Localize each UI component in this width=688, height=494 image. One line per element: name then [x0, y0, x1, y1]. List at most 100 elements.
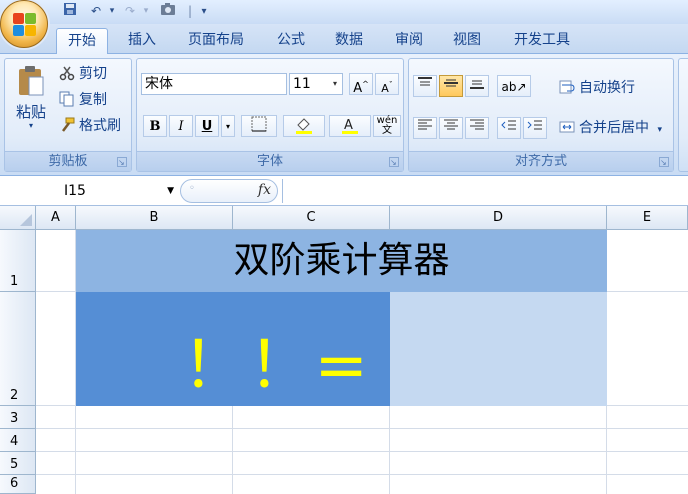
font-size-value: 11	[293, 76, 311, 92]
copy-button[interactable]: 复制	[59, 89, 107, 111]
select-all-icon	[20, 214, 32, 226]
font-size-combo[interactable]: 11 ▾	[289, 73, 343, 95]
name-box[interactable]: I15 ▼	[4, 180, 176, 202]
formula-cell-b2-c2[interactable]: ！！=	[76, 292, 390, 406]
column-header-e[interactable]: E	[607, 206, 688, 230]
align-top-button[interactable]	[413, 75, 437, 97]
alignment-dialog-launcher-icon[interactable]: ↘	[659, 157, 669, 167]
formula-input[interactable]	[282, 179, 688, 203]
row-number: 2	[10, 388, 19, 403]
column-header-c[interactable]: C	[233, 206, 390, 230]
merge-center-dropdown-icon[interactable]: ▾	[657, 125, 662, 135]
font-color-button[interactable]: A	[329, 115, 371, 137]
align-middle-icon	[444, 79, 458, 87]
phonetic-guide-button[interactable]: wén 文	[373, 115, 401, 137]
office-button[interactable]	[0, 0, 48, 48]
column-header-b[interactable]: B	[76, 206, 233, 230]
cut-button[interactable]: 剪切	[59, 63, 107, 85]
tab-review[interactable]: 审阅	[386, 28, 432, 54]
name-box-value: I15	[64, 183, 86, 199]
fill-color-button[interactable]	[283, 115, 325, 137]
formula-bar-grip-icon[interactable]: ◦	[189, 183, 195, 194]
format-painter-label: 格式刷	[79, 118, 121, 134]
bold-button[interactable]: B	[143, 115, 167, 137]
clipboard-group-label: 剪贴板	[5, 151, 131, 171]
align-center-icon	[444, 119, 458, 130]
scissors-icon	[59, 65, 75, 81]
tab-data[interactable]: 数据	[326, 28, 372, 54]
increase-indent-icon	[527, 120, 542, 130]
grow-font-icon: A^	[353, 80, 369, 97]
office-logo-icon	[13, 13, 37, 37]
wrap-text-button[interactable]: 自动换行	[559, 77, 635, 99]
align-right-icon	[470, 119, 484, 130]
fill-color-icon	[296, 118, 312, 134]
row-header-4[interactable]: 4	[0, 429, 36, 452]
title-bar: ↶ ▾ ↷ ▾ | ▾	[0, 0, 688, 24]
number-group-partial	[678, 58, 688, 172]
increase-indent-button[interactable]	[523, 117, 547, 139]
shrink-font-button[interactable]: Aˇ	[375, 73, 399, 95]
copy-icon	[59, 91, 75, 107]
font-size-dropdown-icon[interactable]: ▾	[328, 74, 342, 94]
tab-developer[interactable]: 开发工具	[504, 28, 580, 54]
result-cell-d2[interactable]	[390, 292, 607, 406]
align-middle-button[interactable]	[439, 75, 463, 97]
insert-function-icon[interactable]: fx	[258, 182, 271, 198]
borders-button[interactable]	[241, 115, 277, 137]
tab-formulas[interactable]: 公式	[268, 28, 314, 54]
merge-center-label: 合并后居中	[579, 120, 649, 136]
camera-icon[interactable]	[158, 2, 178, 21]
column-header-a[interactable]: A	[36, 206, 76, 230]
save-icon[interactable]	[60, 2, 80, 21]
orientation-button[interactable]: ab↗	[497, 75, 531, 97]
shrink-font-icon: Aˇ	[381, 80, 393, 95]
formula-controls: ◦ fx	[180, 179, 278, 203]
double-factorial-label: ！！=	[182, 329, 370, 403]
redo-dropdown-icon[interactable]: ▾	[136, 2, 156, 21]
row-header-5[interactable]: 5	[0, 452, 36, 475]
title-cell-b1-d1[interactable]: 双阶乘计算器	[76, 230, 607, 292]
column-header-d[interactable]: D	[390, 206, 607, 230]
font-dialog-launcher-icon[interactable]: ↘	[389, 157, 399, 167]
align-bottom-button[interactable]	[465, 75, 489, 97]
tab-insert[interactable]: 插入	[118, 28, 166, 54]
undo-dropdown-icon[interactable]: ▾	[102, 2, 122, 21]
paste-dropdown-icon[interactable]: ▾	[9, 121, 53, 130]
name-box-dropdown-icon[interactable]: ▼	[167, 180, 174, 202]
gridline	[36, 474, 688, 475]
gridline	[36, 451, 688, 452]
row-header-2[interactable]: 2	[0, 292, 36, 406]
row-header-6[interactable]: 6	[0, 475, 36, 494]
decrease-indent-button[interactable]	[497, 117, 521, 139]
paste-label: 粘贴	[15, 103, 46, 121]
row-number: 3	[10, 411, 19, 426]
copy-label: 复制	[79, 92, 107, 108]
font-name-combo[interactable]: 宋体	[141, 73, 287, 95]
paste-button[interactable]: 粘贴 ▾	[9, 63, 53, 143]
select-all-corner[interactable]	[0, 206, 36, 230]
italic-button[interactable]: I	[169, 115, 193, 137]
clipboard-group: 粘贴 ▾ 剪切 复制 格式刷 剪贴板 ↘	[4, 58, 132, 172]
formula-bar: I15 ▼ ◦ fx	[0, 176, 688, 206]
format-painter-button[interactable]: 格式刷	[59, 115, 121, 137]
align-center-button[interactable]	[439, 117, 463, 139]
row-header-1[interactable]: 1	[0, 230, 36, 292]
clipboard-dialog-launcher-icon[interactable]: ↘	[117, 157, 127, 167]
row-header-3[interactable]: 3	[0, 406, 36, 429]
underline-dropdown-icon[interactable]: ▾	[221, 115, 235, 137]
tab-view[interactable]: 视图	[444, 28, 490, 54]
customize-quick-access-icon[interactable]: ▾	[194, 2, 214, 21]
merge-center-button[interactable]: 合并后居中 ▾	[559, 117, 662, 139]
font-group: 宋体 11 ▾ A^ Aˇ B I U ▾ A wén 文 字体 ↘	[136, 58, 404, 172]
grow-font-button[interactable]: A^	[349, 73, 373, 97]
row-number: 6	[10, 476, 19, 491]
tab-home[interactable]: 开始	[56, 28, 108, 55]
decrease-indent-icon	[501, 120, 516, 130]
align-right-button[interactable]	[465, 117, 489, 139]
tab-page-layout[interactable]: 页面布局	[178, 28, 254, 54]
svg-text:A: A	[344, 118, 353, 133]
align-left-button[interactable]	[413, 117, 437, 139]
row-number: 4	[10, 434, 19, 449]
underline-button[interactable]: U	[195, 115, 219, 137]
